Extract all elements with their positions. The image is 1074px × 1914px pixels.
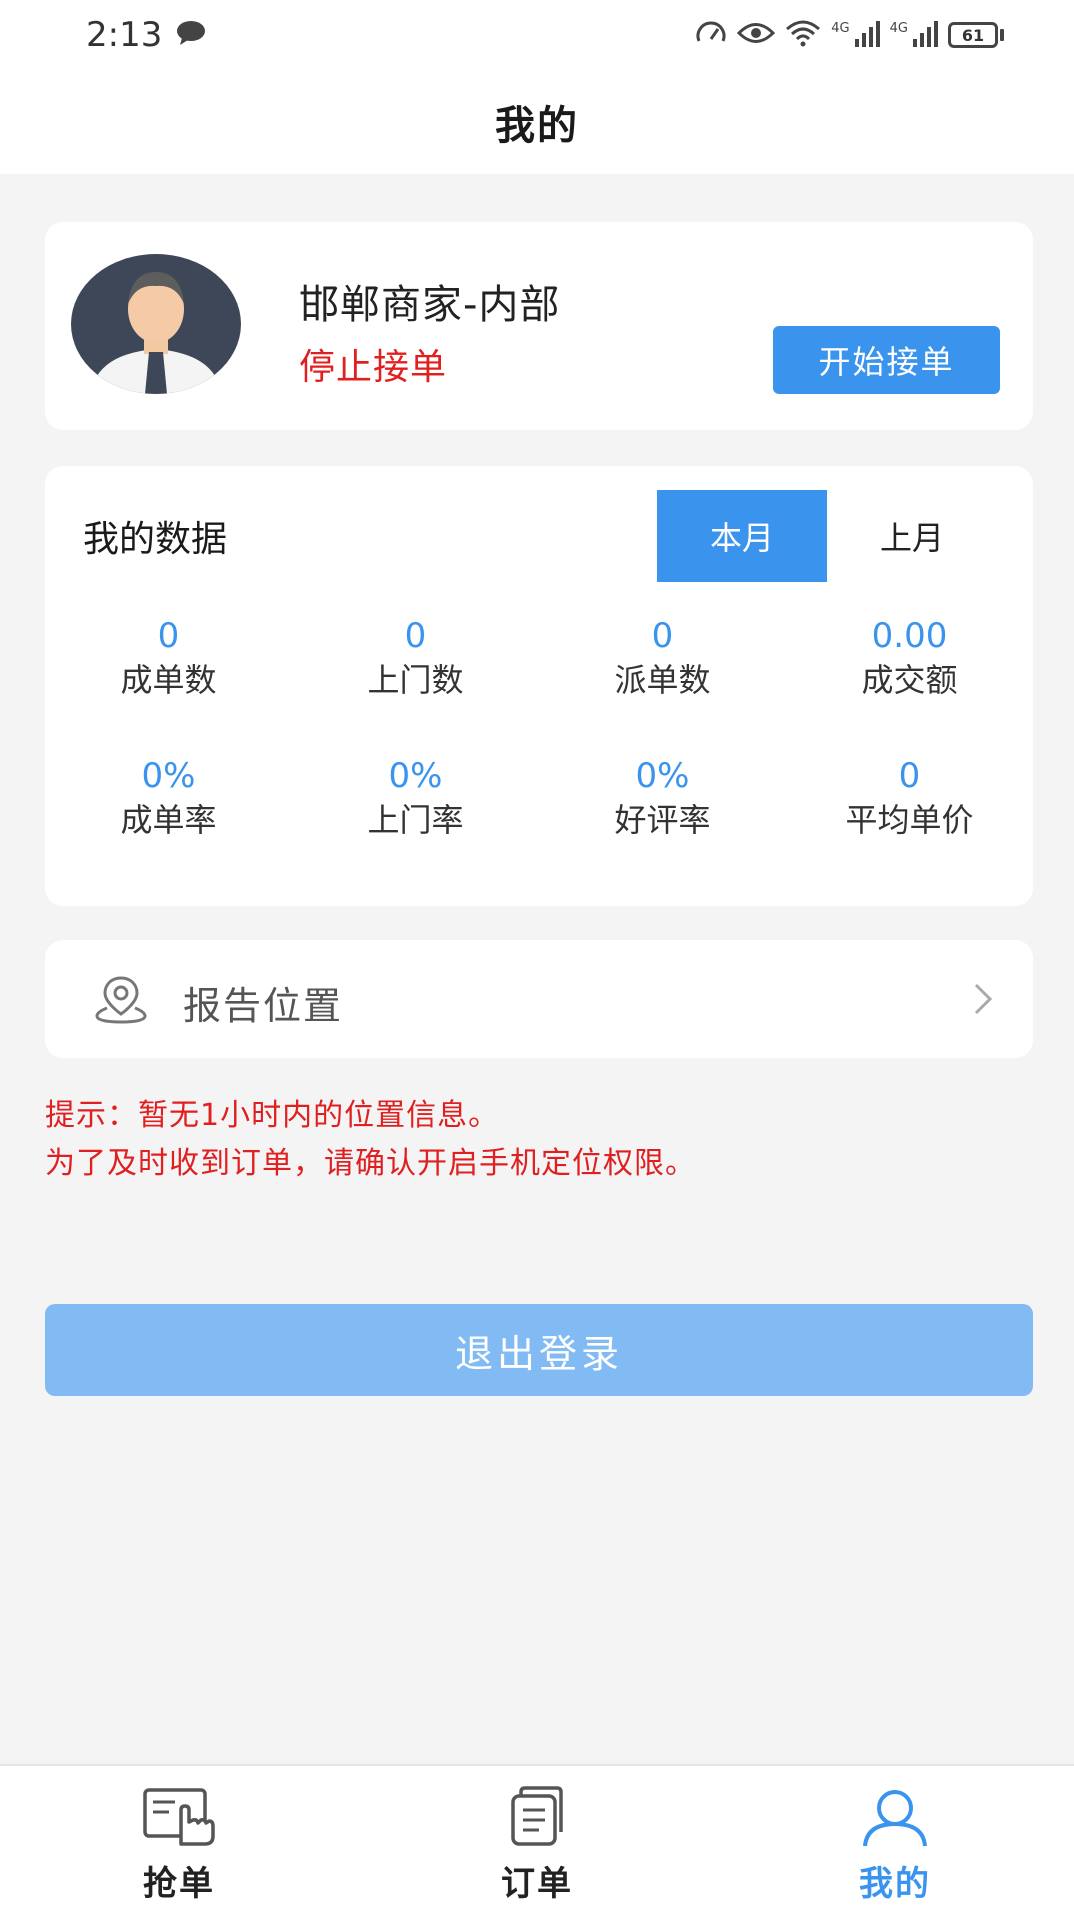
stat-value: 0 [404, 616, 427, 656]
speed-gauge-icon [695, 19, 727, 51]
stat-value: 0 [651, 616, 674, 656]
nav-label: 抢单 [143, 1864, 215, 1904]
stat-value: 0% [635, 756, 690, 796]
stat-value: 0 [898, 756, 921, 796]
logout-button[interactable]: 退出登录 [45, 1304, 1033, 1396]
stat-deals: 0 成单数 [45, 616, 292, 704]
report-location-row[interactable]: 报告位置 [45, 940, 1033, 1058]
grab-order-icon [143, 1788, 215, 1846]
battery-icon: 61 [948, 22, 1004, 48]
tip-line-2: 为了及时收到订单，请确认开启手机定位权限。 [45, 1146, 696, 1181]
status-time: 2:13 [86, 15, 163, 55]
location-tip: 提示：暂无1小时内的位置信息。 为了及时收到订单，请确认开启手机定位权限。 [45, 1092, 1033, 1188]
stat-label: 成单率 [120, 801, 217, 839]
stat-average-price: 0 平均单价 [786, 756, 1033, 844]
nav-item-grab-order[interactable]: 抢单 [0, 1766, 358, 1914]
eye-icon [737, 20, 776, 50]
stat-label: 好评率 [614, 801, 711, 839]
stat-value: 0% [141, 756, 196, 796]
stat-value: 0 [157, 616, 180, 656]
stat-turnover: 0.00 成交额 [786, 616, 1033, 704]
signal-bars-icon-2 [912, 19, 938, 51]
wifi-icon [785, 19, 821, 51]
nav-label: 订单 [501, 1864, 573, 1904]
stat-visits: 0 上门数 [292, 616, 539, 704]
network-type-label-2: 4G [889, 20, 908, 36]
avatar [71, 254, 241, 394]
data-section-title: 我的数据 [83, 519, 228, 560]
stat-value: 0.00 [871, 616, 948, 656]
stat-label: 上门数 [367, 661, 464, 699]
title-bar: 我的 [0, 70, 1074, 174]
tab-this-month[interactable]: 本月 [657, 490, 827, 582]
profile-card: 邯郸商家-内部 停止接单 开始接单 [45, 222, 1033, 430]
tab-last-month[interactable]: 上月 [827, 490, 997, 582]
signal-bars-icon [854, 19, 880, 51]
stat-label: 上门率 [367, 801, 464, 839]
my-data-card: 我的数据 本月 上月 0 成单数 0 上门数 0 派单数 0.00 成交额 0%… [45, 466, 1033, 906]
stat-label: 平均单价 [845, 801, 974, 839]
chat-bubble-icon [176, 20, 206, 50]
network-type-label: 4G [831, 20, 850, 36]
nav-label: 我的 [859, 1864, 931, 1904]
stat-visit-rate: 0% 上门率 [292, 756, 539, 844]
status-left: 2:13 [86, 15, 206, 55]
stats-grid: 0 成单数 0 上门数 0 派单数 0.00 成交额 0% 成单率 0% 上门率… [45, 616, 1033, 844]
stat-positive-rate: 0% 好评率 [539, 756, 786, 844]
chevron-right-icon [974, 983, 993, 1015]
profile-icon [863, 1790, 927, 1847]
stat-label: 成单数 [120, 661, 217, 699]
battery-level: 61 [948, 22, 998, 48]
nav-item-profile[interactable]: 我的 [716, 1766, 1074, 1914]
status-bar: 2:13 4G 4G 61 [0, 0, 1074, 70]
order-status-text: 停止接单 [299, 347, 448, 388]
stat-value: 0% [388, 756, 443, 796]
stat-label: 成交额 [861, 661, 958, 699]
status-right: 4G 4G 61 [695, 19, 1004, 51]
stat-dispatched: 0 派单数 [539, 616, 786, 704]
report-location-label: 报告位置 [183, 984, 344, 1028]
location-pin-icon [95, 976, 147, 1024]
start-accepting-button[interactable]: 开始接单 [773, 326, 1000, 394]
nav-item-orders[interactable]: 订单 [358, 1766, 716, 1914]
tip-line-1: 提示：暂无1小时内的位置信息。 [45, 1098, 500, 1133]
merchant-name: 邯郸商家-内部 [299, 282, 561, 328]
bottom-nav: 抢单 订单 我的 [0, 1764, 1074, 1914]
stat-label: 派单数 [614, 661, 711, 699]
page-title: 我的 [495, 103, 579, 149]
battery-cap [1000, 29, 1004, 41]
stat-deal-rate: 0% 成单率 [45, 756, 292, 844]
order-list-icon [511, 1786, 563, 1846]
